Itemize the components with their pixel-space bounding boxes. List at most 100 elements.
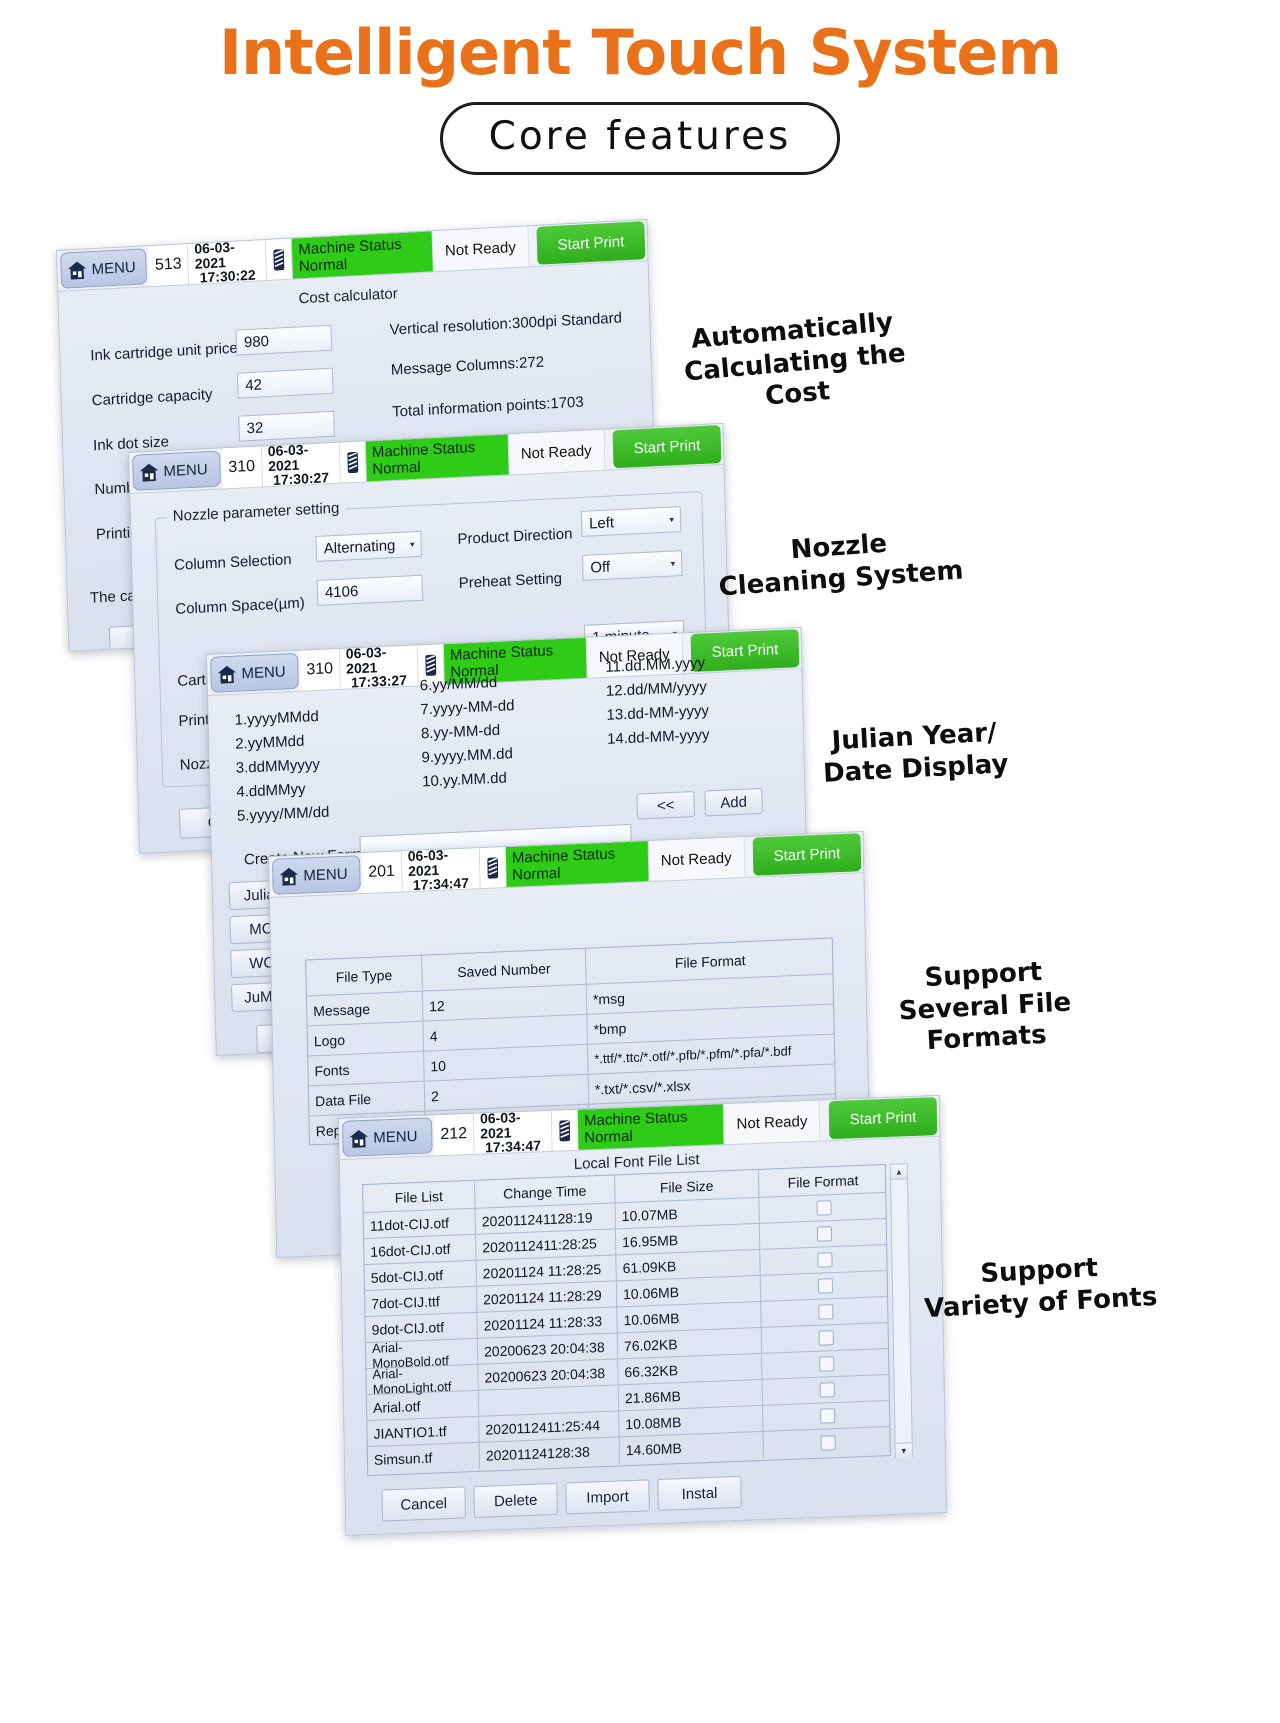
ink-cartridge-icon [424, 653, 438, 677]
page-title: Intelligent Touch System [219, 16, 1062, 89]
cell-select-checkbox[interactable] [763, 1375, 891, 1405]
screen-title: Cost calculator [298, 285, 398, 308]
ink-cartridge-icon [272, 247, 286, 271]
label-ink-cartridge-unit-price: Ink cartridge unit price [90, 339, 238, 365]
ready-state-badge: Not Ready [508, 429, 606, 475]
input-cartridge-capacity[interactable]: 42 [236, 367, 334, 399]
date-format-item[interactable]: 10.yy.MM.dd [422, 769, 507, 790]
start-print-button[interactable]: Start Print [536, 221, 646, 265]
core-features-badge-wrap: Core features [439, 102, 841, 175]
col-header-file-list: File List [363, 1180, 476, 1213]
date-format-item[interactable]: 4.ddMMyy [236, 781, 306, 801]
job-counter: 310 [299, 648, 341, 691]
start-print-button[interactable]: Start Print [828, 1097, 938, 1140]
date-format-item[interactable]: 3.ddMMyyyy [236, 756, 321, 777]
screen-title: Local Font File List [573, 1151, 700, 1173]
ready-state-badge: Not Ready [724, 1100, 821, 1145]
date-format-item[interactable]: 6.yy/MM/dd [420, 674, 498, 695]
machine-status-badge: Machine Status Normal [577, 1104, 725, 1150]
cell-select-checkbox[interactable] [759, 1193, 887, 1223]
home-icon [216, 663, 237, 685]
menu-button[interactable]: MENU [342, 1117, 433, 1157]
time-text: 17:30:22 [199, 267, 256, 286]
menu-button[interactable]: MENU [132, 450, 221, 491]
cell-file-type: Message [306, 991, 424, 1026]
start-print-button[interactable]: Start Print [612, 425, 722, 469]
machine-status-badge: Machine Status Normal [292, 231, 434, 279]
date-format-item[interactable]: 14.dd-MM-yyyy [607, 726, 710, 748]
checkbox-icon[interactable] [816, 1252, 833, 1268]
cell-select-checkbox[interactable] [760, 1245, 888, 1275]
input-ink-dot-size[interactable]: 32 [238, 410, 335, 442]
date-format-item[interactable]: 13.dd-MM-yyyy [606, 702, 709, 724]
checkbox-icon[interactable] [816, 1226, 832, 1242]
date-format-item[interactable]: 9.yyyy.MM.dd [421, 745, 513, 766]
checkbox-icon[interactable] [818, 1356, 834, 1372]
date-format-item[interactable]: 8.yy-MM-dd [421, 722, 501, 743]
add-button[interactable]: Add [704, 787, 763, 817]
label-cartridge-capacity: Cartridge capacity [91, 386, 213, 410]
combo-column-selection[interactable]: Alternating ▾ [315, 530, 422, 562]
scroll-down-button[interactable]: ▼ [895, 1442, 912, 1458]
page-header: Intelligent Touch System Core features [0, 0, 1280, 175]
ink-cartridge-icon [346, 450, 360, 474]
annotation-nozzle-cleaning: Nozzle Cleaning System [698, 522, 982, 605]
col-header-change-time: Change Time [475, 1175, 616, 1208]
datetime-display: 06-03-2021 17:33:27 [339, 644, 419, 691]
datetime-display: 06-03-2021 17:30:22 [188, 238, 268, 286]
annotation-julian-date: Julian Year/ Date Display [779, 715, 1052, 792]
cell-select-checkbox[interactable] [760, 1219, 888, 1249]
cell-select-checkbox[interactable] [763, 1427, 891, 1458]
checkbox-icon[interactable] [817, 1278, 833, 1294]
info-vertical-resolution: Vertical resolution:300dpi Standard [389, 309, 623, 339]
delete-button[interactable]: Delete [473, 1482, 558, 1519]
import-button[interactable]: Import [565, 1479, 650, 1515]
cell-select-checkbox[interactable] [762, 1323, 890, 1353]
home-icon [66, 259, 88, 281]
checkbox-icon[interactable] [819, 1408, 835, 1424]
datetime-display: 06-03-2021 17:34:47 [401, 846, 481, 893]
job-counter: 201 [361, 851, 403, 894]
date-text: 06-03-2021 [194, 238, 235, 272]
back-button[interactable]: << [636, 790, 696, 820]
time-text: 17:33:27 [350, 672, 408, 691]
cell-select-checkbox[interactable] [763, 1401, 891, 1431]
cell-select-checkbox[interactable] [761, 1271, 889, 1301]
input-ink-cartridge-unit-price[interactable]: 980 [235, 324, 333, 356]
ready-state-badge: Not Ready [648, 837, 746, 882]
menu-button[interactable]: MENU [272, 855, 361, 895]
install-button[interactable]: Instal [657, 1475, 742, 1512]
checkbox-icon[interactable] [820, 1434, 836, 1451]
cell-file-name: 16dot-CIJ.otf [364, 1234, 477, 1265]
checkbox-icon[interactable] [818, 1330, 834, 1346]
date-format-item[interactable]: 7.yyyy-MM-dd [420, 697, 515, 718]
menu-button[interactable]: MENU [210, 652, 299, 693]
checkbox-icon[interactable] [819, 1382, 835, 1398]
menu-label: MENU [91, 258, 136, 278]
start-print-button[interactable]: Start Print [690, 629, 800, 672]
combo-product-direction-value: Left [588, 513, 615, 533]
cell-file-type: Data File [308, 1081, 426, 1116]
cell-file-name: 5dot-CIJ.otf [364, 1260, 477, 1291]
cancel-button[interactable]: Cancel [381, 1486, 466, 1522]
home-icon [348, 1127, 369, 1149]
cell-select-checkbox[interactable] [761, 1297, 889, 1327]
machine-status-badge: Machine Status Normal [365, 434, 510, 482]
date-format-item[interactable]: 1.yyyyMMdd [234, 708, 319, 729]
date-format-item[interactable]: 12.dd/MM/yyyy [606, 678, 707, 700]
combo-preheat-setting[interactable]: Off ▾ [581, 550, 683, 581]
start-print-button[interactable]: Start Print [752, 833, 862, 876]
cell-select-checkbox[interactable] [762, 1349, 890, 1379]
input-column-space[interactable]: 4106 [316, 574, 424, 606]
cell-file-name: 11dot-CIJ.otf [363, 1208, 477, 1239]
menu-button[interactable]: MENU [60, 248, 148, 289]
date-text: 06-03-2021 [479, 1108, 521, 1142]
date-format-item[interactable]: 2.yyMMdd [235, 733, 305, 753]
panel-local-font-file-list[interactable]: MENU 212 06-03-2021 17:34:47 Machine Sta… [338, 1094, 947, 1537]
scroll-up-button[interactable]: ▲ [890, 1164, 908, 1180]
checkbox-icon[interactable] [815, 1200, 832, 1216]
date-format-item[interactable]: 5.yyyy/MM/dd [237, 804, 330, 825]
menu-label: MENU [163, 460, 208, 480]
checkbox-icon[interactable] [817, 1304, 833, 1320]
combo-product-direction[interactable]: Left ▾ [580, 506, 682, 537]
